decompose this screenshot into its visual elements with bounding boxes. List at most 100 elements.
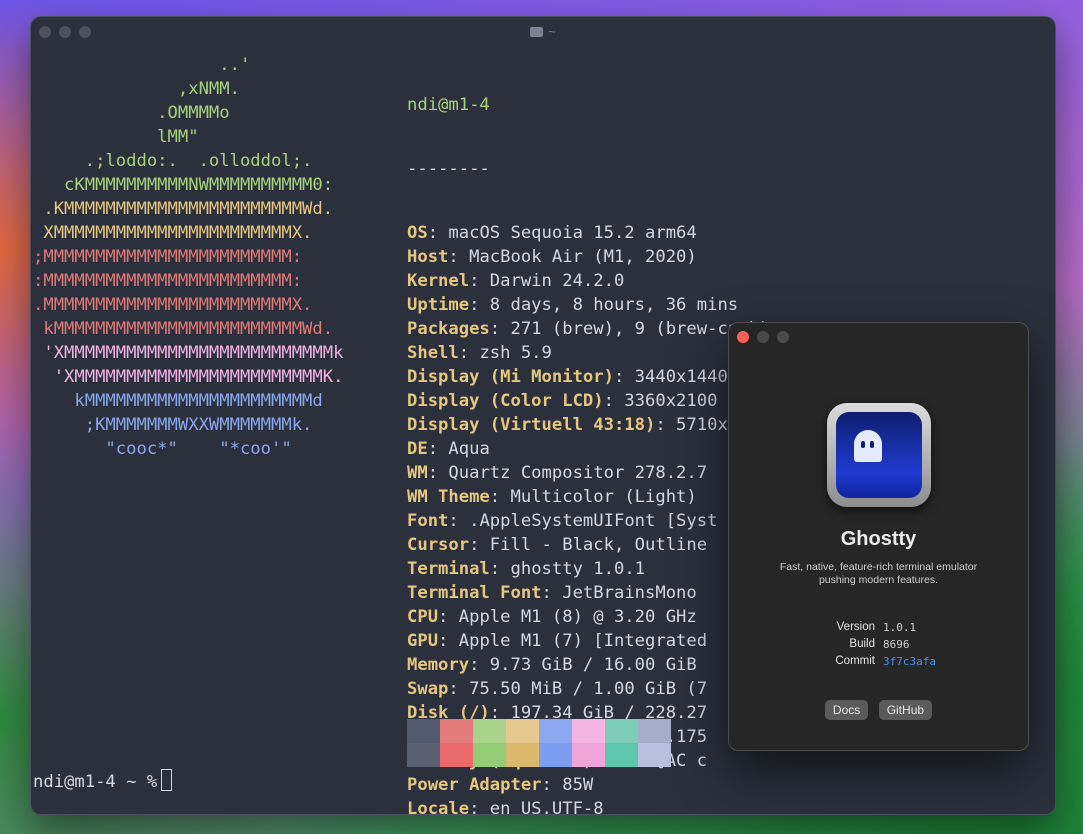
about-zoom-button[interactable] bbox=[777, 331, 789, 343]
info-key: Display (Color LCD) bbox=[407, 391, 604, 411]
info-row: Locale: en_US.UTF-8 bbox=[407, 797, 976, 815]
palette-swatch bbox=[407, 743, 440, 767]
docs-button[interactable]: Docs bbox=[824, 700, 869, 720]
version-value: 1.0.1 bbox=[883, 621, 917, 634]
logo-line: 'XMMMMMMMMMMMMMMMMMMMMMMMMK. bbox=[33, 367, 344, 387]
github-button[interactable]: GitHub bbox=[878, 700, 933, 720]
info-key: GPU bbox=[407, 631, 439, 651]
commit-row: Commit 3f7c3afa bbox=[729, 653, 1028, 670]
info-key: Display (Virtuell 43:18) bbox=[407, 415, 656, 435]
color-palette bbox=[407, 719, 671, 767]
info-value: : zsh 5.9 bbox=[458, 343, 552, 363]
info-key: Swap bbox=[407, 679, 449, 699]
palette-swatch bbox=[572, 719, 605, 743]
info-key: Cursor bbox=[407, 535, 470, 555]
info-key: Locale bbox=[407, 799, 470, 815]
prompt-text: ndi@m1-4 ~ % bbox=[33, 772, 158, 792]
palette-swatch bbox=[473, 719, 506, 743]
logo-line: 'XMMMMMMMMMMMMMMMMMMMMMMMMMMk bbox=[33, 343, 344, 363]
palette-swatch bbox=[605, 719, 638, 743]
info-row: OS: macOS Sequoia 15.2 arm64 bbox=[407, 221, 976, 245]
info-key: Shell bbox=[407, 343, 459, 363]
info-key: Terminal bbox=[407, 559, 490, 579]
window-title: ~ bbox=[31, 24, 1055, 39]
info-value: : Darwin 24.2.0 bbox=[469, 271, 625, 291]
palette-swatch bbox=[506, 719, 539, 743]
info-value: : 9.73 GiB / 16.00 GiB bbox=[469, 655, 697, 675]
logo-line: .KMMMMMMMMMMMMMMMMMMMMMMMWd. bbox=[33, 199, 334, 219]
app-icon-screen bbox=[836, 412, 922, 498]
palette-swatch bbox=[506, 743, 539, 767]
info-value: : ghostty 1.0.1 bbox=[489, 559, 646, 579]
logo-line: ,xNMM. bbox=[33, 79, 240, 99]
logo-line: kMMMMMMMMMMMMMMMMMMMMMMd bbox=[33, 391, 323, 411]
version-row: Version 1.0.1 bbox=[729, 619, 1028, 636]
logo-line: :MMMMMMMMMMMMMMMMMMMMMMMM: bbox=[33, 271, 303, 291]
info-key: Packages bbox=[407, 319, 490, 339]
palette-swatch bbox=[440, 743, 473, 767]
logo-line: lMM" bbox=[33, 127, 199, 147]
shell-prompt[interactable]: ndi@m1-4 ~ % bbox=[33, 769, 173, 793]
palette-swatch bbox=[539, 743, 572, 767]
info-value: : JetBrainsMono bbox=[541, 583, 697, 603]
info-key: WM bbox=[407, 463, 428, 483]
ghost-eye-left bbox=[861, 441, 865, 448]
text-cursor bbox=[161, 769, 173, 791]
info-key: Host bbox=[407, 247, 449, 267]
about-close-button[interactable] bbox=[737, 331, 749, 343]
window-title-text: ~ bbox=[548, 24, 556, 39]
logo-line: kMMMMMMMMMMMMMMMMMMMMMMMMWd. bbox=[33, 319, 334, 339]
logo-line: .MMMMMMMMMMMMMMMMMMMMMMMMX. bbox=[33, 295, 313, 315]
info-value: : MacBook Air (M1, 2020) bbox=[448, 247, 697, 267]
logo-line: ;MMMMMMMMMMMMMMMMMMMMMMMM: bbox=[33, 247, 303, 267]
palette-swatch bbox=[638, 719, 671, 743]
info-value: : Apple M1 (7) [Integrated bbox=[438, 631, 708, 651]
info-key: Kernel bbox=[407, 271, 470, 291]
about-ghostty-window[interactable]: Ghostty Fast, native, feature-rich termi… bbox=[728, 322, 1029, 751]
build-value: 8696 bbox=[883, 638, 910, 651]
logo-line: XMMMMMMMMMMMMMMMMMMMMMMMX. bbox=[33, 223, 313, 243]
about-minimize-button[interactable] bbox=[757, 331, 769, 343]
about-buttons: Docs GitHub bbox=[729, 700, 1028, 720]
info-key: Terminal Font bbox=[407, 583, 542, 603]
info-key: WM Theme bbox=[407, 487, 490, 507]
info-value: : en_US.UTF-8 bbox=[469, 799, 604, 815]
app-description: Fast, native, feature-rich terminal emul… bbox=[779, 561, 978, 586]
build-row: Build 8696 bbox=[729, 636, 1028, 653]
palette-swatch bbox=[473, 743, 506, 767]
info-row: Uptime: 8 days, 8 hours, 36 mins bbox=[407, 293, 976, 317]
info-key: Power Adapter bbox=[407, 775, 542, 795]
info-key: OS bbox=[407, 223, 428, 243]
info-value: : 8 days, 8 hours, 36 mins bbox=[469, 295, 739, 315]
build-label: Build bbox=[849, 638, 875, 650]
palette-swatch bbox=[407, 719, 440, 743]
logo-line: .;loddo:. .olloddol;. bbox=[33, 151, 313, 171]
folder-icon bbox=[530, 27, 544, 37]
info-value: : .AppleSystemUIFont [Syst bbox=[448, 511, 718, 531]
logo-line: ..' bbox=[33, 55, 251, 75]
version-info: Version 1.0.1 Build 8696 Commit 3f7c3afa bbox=[729, 619, 1028, 670]
logo-line: .OMMMMo bbox=[33, 103, 230, 123]
ascii-logo: ..' ,xNMM. .OMMMMo lMM" .;loddo:. .ollod… bbox=[33, 53, 343, 461]
info-value: : Quartz Compositor 278.2.7 bbox=[427, 463, 708, 483]
palette-swatch bbox=[605, 743, 638, 767]
info-key: Font bbox=[407, 511, 449, 531]
info-value: : 85W bbox=[541, 775, 594, 795]
palette-swatch bbox=[572, 743, 605, 767]
commit-link[interactable]: 3f7c3afa bbox=[883, 653, 936, 670]
commit-label: Commit bbox=[835, 655, 875, 667]
logo-line: "cooc*" "*coo'" bbox=[33, 439, 292, 459]
info-key: Uptime bbox=[407, 295, 470, 315]
logo-line: cKMMMMMMMMMMNWMMMMMMMMMM0: bbox=[33, 175, 334, 195]
info-value: : Fill - Black, Outline bbox=[469, 535, 708, 555]
info-row: Kernel: Darwin 24.2.0 bbox=[407, 269, 976, 293]
info-key: Memory bbox=[407, 655, 470, 675]
info-title: ndi@m1-4 bbox=[407, 95, 490, 115]
terminal-content[interactable]: ..' ,xNMM. .OMMMMo lMM" .;loddo:. .ollod… bbox=[31, 17, 976, 814]
info-key: DE bbox=[407, 439, 428, 459]
ghostty-app-icon bbox=[827, 403, 931, 507]
ghost-icon bbox=[854, 430, 882, 462]
ghost-eye-right bbox=[870, 441, 874, 448]
info-value: : macOS Sequoia 15.2 arm64 bbox=[427, 223, 697, 243]
title-bar[interactable]: ~ bbox=[31, 17, 1055, 47]
